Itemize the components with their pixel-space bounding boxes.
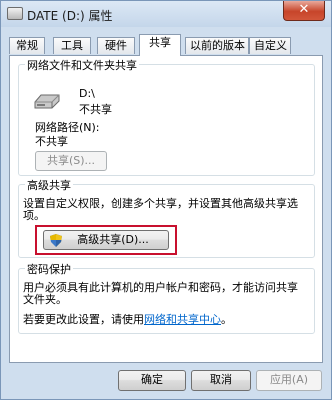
title-bar[interactable]: DATE (D:) 属性 ✕	[1, 1, 331, 27]
password-change-text: 若要更改此设置，请使用网络和共享中心。	[23, 311, 232, 327]
password-change-suffix: 。	[221, 313, 232, 326]
network-sharing-center-link[interactable]: 网络和共享中心	[144, 313, 221, 326]
drive-icon	[34, 94, 60, 109]
advanced-sharing-title: 高级共享	[25, 177, 73, 193]
password-protection-title: 密码保护	[25, 261, 73, 277]
tab-hardware[interactable]: 硬件	[97, 37, 135, 54]
network-path-value: 不共享	[35, 135, 68, 148]
tab-previous-versions[interactable]: 以前的版本	[185, 37, 249, 54]
drive-title-icon	[7, 7, 23, 20]
advanced-sharing-button[interactable]: 高级共享(D)...	[43, 230, 169, 250]
share-button[interactable]: 共享(S)...	[35, 151, 107, 171]
ok-button[interactable]: 确定	[118, 370, 186, 391]
properties-window: DATE (D:) 属性 ✕ 常规 工具 硬件 共享 以前的版本 自定义 网络文…	[0, 0, 332, 400]
sharing-panel: 网络文件和文件夹共享 D:\ 不共享 网络路径(N): 不共享 共享(S)...…	[9, 55, 323, 363]
advanced-description-line2: 项。	[23, 209, 45, 222]
shield-icon	[50, 234, 62, 247]
tab-general[interactable]: 常规	[9, 37, 45, 54]
password-line2: 文件夹。	[23, 293, 67, 306]
drive-share-status: 不共享	[79, 103, 112, 116]
network-sharing-title: 网络文件和文件夹共享	[25, 57, 139, 73]
advanced-sharing-button-label: 高级共享(D)...	[77, 233, 149, 246]
advanced-description-line1: 设置自定义权限，创建多个共享，并设置其他高级共享选	[23, 197, 298, 210]
tab-customize[interactable]: 自定义	[249, 37, 291, 54]
tab-tools[interactable]: 工具	[53, 37, 91, 54]
tab-sharing[interactable]: 共享	[139, 34, 181, 56]
close-button[interactable]: ✕	[283, 1, 325, 21]
drive-name: D:\	[79, 87, 95, 100]
advanced-sharing-group: 高级共享 设置自定义权限，创建多个共享，并设置其他高级共享选 项。 高级共享(D…	[18, 177, 315, 258]
window-title: DATE (D:) 属性	[27, 9, 113, 23]
password-change-prefix: 若要更改此设置，请使用	[23, 313, 144, 326]
password-protection-group: 密码保护 用户必须具有此计算机的用户帐户和密码，才能访问共享 文件夹。 若要更改…	[18, 261, 315, 334]
cancel-button[interactable]: 取消	[191, 370, 251, 391]
network-sharing-group: 网络文件和文件夹共享 D:\ 不共享 网络路径(N): 不共享 共享(S)...	[18, 57, 315, 176]
apply-button[interactable]: 应用(A)	[256, 370, 322, 391]
